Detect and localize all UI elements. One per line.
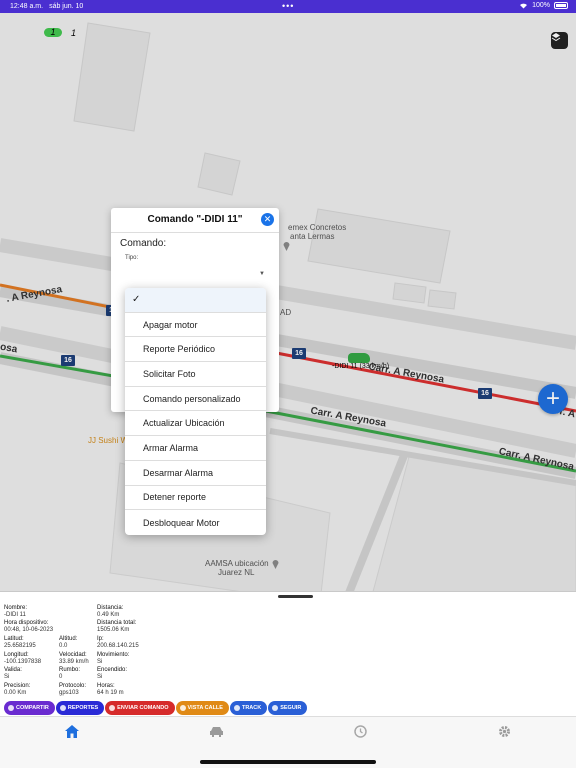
- info-hora: Hora dispositivo: 00:48, 10-06-2023: [4, 620, 54, 633]
- status-bar: 12:48 a.m. sáb jun. 10 ••• 100%: [0, 0, 576, 13]
- info-rumbo: Rumbo: 0: [59, 667, 81, 680]
- dropdown-item-detener-reporte[interactable]: Detener reporte: [125, 486, 266, 511]
- dropdown-item-solicitar-foto[interactable]: Solicitar Foto: [125, 362, 266, 387]
- follow-button[interactable]: SEGUIR: [268, 701, 308, 715]
- info-latitud: Latitud: 25.6582195: [4, 636, 36, 649]
- drag-handle[interactable]: [278, 595, 313, 598]
- dropdown-item-actualizar-ubicacion[interactable]: Actualizar Ubicación: [125, 412, 266, 437]
- command-label: Comando:: [120, 238, 167, 249]
- dropdown-item-desbloquear-motor[interactable]: Desbloquear Motor: [125, 510, 266, 535]
- dialog-divider: [111, 232, 279, 233]
- chevron-down-icon[interactable]: ▼: [259, 271, 265, 277]
- car-icon: [209, 726, 223, 737]
- history-icon: [353, 724, 367, 738]
- track-button[interactable]: TRACK: [229, 701, 268, 715]
- home-icon: [65, 724, 79, 738]
- tab-settings[interactable]: [496, 723, 512, 739]
- info-horas: Horas: 64 h 19 m: [97, 683, 124, 696]
- info-precision: Precision: 0.00 Km: [4, 683, 31, 696]
- info-valida: Valida: Si: [4, 667, 22, 680]
- dropdown-item-comando-personalizado[interactable]: Comando personalizado: [125, 387, 266, 412]
- battery-percent: 100%: [532, 2, 550, 9]
- battery-icon: [554, 2, 568, 9]
- tab-home[interactable]: [64, 723, 80, 739]
- action-bar: COMPARTIR REPORTES ENVIAR COMANDO VISTA …: [4, 701, 308, 715]
- status-time: 12:48 a.m.: [10, 3, 44, 10]
- type-label: Tipo:: [125, 255, 139, 261]
- info-movimiento: Movimiento: Si: [97, 652, 130, 665]
- share-icon: [8, 705, 14, 711]
- pin-icon: [233, 705, 240, 711]
- check-icon: ✓: [132, 294, 141, 306]
- dropdown-item-desarmar-alarma[interactable]: Desarmar Alarma: [125, 461, 266, 486]
- command-type-dropdown[interactable]: ✓ Apagar motor Reporte Periódico Solicit…: [125, 288, 266, 535]
- device-info-panel: Nombre: -DIDI 11 Hora dispositivo: 00:48, …: [0, 591, 576, 716]
- reports-button[interactable]: REPORTES: [55, 701, 105, 715]
- tab-vehicles[interactable]: [208, 723, 224, 739]
- modal-backdrop[interactable]: [0, 13, 576, 591]
- dropdown-item-armar-alarma[interactable]: Armar Alarma: [125, 436, 266, 461]
- tab-history[interactable]: [352, 723, 368, 739]
- multitask-dots[interactable]: •••: [282, 2, 294, 11]
- info-longitud: Longitud: -100.1397838: [4, 652, 42, 665]
- info-altitud: Altitud: 0.0: [59, 636, 78, 649]
- dropdown-item-empty[interactable]: ✓: [125, 288, 266, 313]
- info-nombre: Nombre: -DIDI 11: [4, 605, 28, 618]
- close-icon: ✕: [263, 214, 272, 224]
- wifi-icon: [520, 3, 528, 9]
- info-ip: Ip: 200.68.140.215: [97, 636, 139, 649]
- street-view-button[interactable]: VISTA CALLE: [175, 701, 229, 715]
- eye-icon: [179, 705, 186, 711]
- gear-icon: [498, 725, 510, 737]
- dialog-title: Comando "-DIDI 11": [147, 214, 243, 225]
- home-indicator[interactable]: [200, 760, 376, 764]
- info-velocidad: Velocidad: 33.89 km/h: [59, 652, 89, 665]
- status-date: sáb jun. 10: [49, 3, 84, 10]
- share-button[interactable]: COMPARTIR: [4, 701, 55, 715]
- info-encendido: Encendido: Si: [97, 667, 128, 680]
- info-distancia: Distancia: 0.49 Km: [97, 605, 124, 618]
- send-icon: [109, 705, 116, 711]
- reports-icon: [59, 705, 66, 711]
- close-button[interactable]: ✕: [261, 213, 274, 226]
- send-command-button[interactable]: ENVIAR COMANDO: [105, 701, 175, 715]
- info-protocolo: Protocolo: gps103: [59, 683, 87, 696]
- dropdown-item-apagar-motor[interactable]: Apagar motor: [125, 313, 266, 338]
- dropdown-item-reporte-periodico[interactable]: Reporte Periódico: [125, 337, 266, 363]
- info-distancia-total: Distancia total: 1505.06 Km: [97, 620, 137, 633]
- navigation-icon: [272, 705, 279, 711]
